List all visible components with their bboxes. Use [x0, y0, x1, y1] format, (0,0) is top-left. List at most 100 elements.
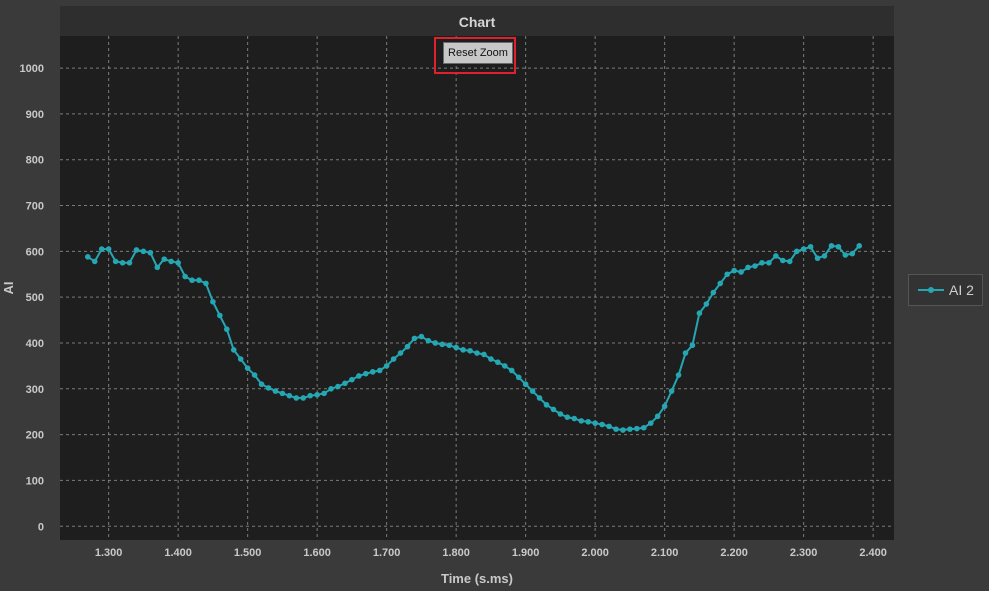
data-point[interactable]	[675, 372, 682, 378]
data-point[interactable]	[237, 356, 244, 362]
data-point[interactable]	[703, 301, 710, 307]
data-point[interactable]	[696, 310, 703, 317]
data-point[interactable]	[842, 252, 849, 258]
data-point[interactable]	[105, 246, 112, 252]
data-point[interactable]	[585, 418, 591, 425]
data-point[interactable]	[488, 356, 494, 362]
data-point[interactable]	[543, 402, 550, 408]
data-point[interactable]	[98, 246, 105, 252]
data-point[interactable]	[613, 426, 619, 432]
data-point[interactable]	[738, 269, 744, 275]
data-point[interactable]	[529, 388, 536, 394]
data-point[interactable]	[439, 341, 446, 348]
data-point[interactable]	[224, 326, 230, 333]
data-point[interactable]	[717, 280, 724, 287]
data-point[interactable]	[641, 424, 647, 431]
data-point[interactable]	[272, 388, 279, 394]
data-point[interactable]	[363, 370, 369, 377]
data-point[interactable]	[654, 413, 661, 420]
data-point[interactable]	[557, 411, 564, 417]
data-point[interactable]	[321, 390, 327, 397]
data-point[interactable]	[335, 383, 341, 390]
data-point[interactable]	[369, 369, 376, 375]
data-point[interactable]	[126, 260, 133, 266]
data-point[interactable]	[786, 258, 793, 265]
data-point[interactable]	[217, 312, 223, 319]
data-point[interactable]	[849, 250, 856, 257]
data-point[interactable]	[474, 350, 480, 356]
data-point[interactable]	[397, 350, 404, 356]
data-point[interactable]	[481, 351, 487, 358]
data-point[interactable]	[627, 426, 633, 432]
legend[interactable]: AI 2	[908, 274, 983, 306]
reset-zoom-button[interactable]: Reset Zoom	[443, 42, 513, 64]
data-point[interactable]	[251, 372, 258, 378]
data-point[interactable]	[502, 363, 508, 369]
data-point[interactable]	[265, 385, 272, 391]
data-point[interactable]	[342, 380, 348, 387]
data-point[interactable]	[773, 253, 779, 259]
data-point[interactable]	[606, 423, 612, 430]
data-point[interactable]	[745, 264, 751, 271]
data-point[interactable]	[119, 260, 126, 266]
data-point[interactable]	[383, 363, 390, 369]
data-point[interactable]	[571, 415, 578, 422]
data-point[interactable]	[244, 365, 251, 371]
data-point[interactable]	[668, 388, 675, 394]
data-point[interactable]	[140, 248, 147, 255]
data-point[interactable]	[182, 273, 188, 280]
data-point[interactable]	[592, 420, 598, 426]
data-point[interactable]	[314, 391, 320, 398]
data-point[interactable]	[161, 256, 168, 262]
data-point[interactable]	[286, 392, 293, 399]
data-point[interactable]	[189, 277, 195, 284]
data-point[interactable]	[168, 258, 174, 265]
data-point[interactable]	[807, 243, 814, 250]
data-point[interactable]	[279, 390, 286, 397]
data-point[interactable]	[634, 425, 640, 432]
data-point[interactable]	[710, 289, 717, 296]
data-point[interactable]	[467, 347, 473, 354]
data-point[interactable]	[682, 350, 689, 356]
data-point[interactable]	[759, 260, 765, 266]
data-point[interactable]	[522, 381, 529, 388]
data-point[interactable]	[508, 367, 515, 374]
data-point[interactable]	[356, 373, 362, 379]
data-point[interactable]	[856, 243, 863, 249]
data-point[interactable]	[307, 392, 314, 399]
data-point[interactable]	[328, 386, 334, 392]
data-point[interactable]	[196, 277, 202, 284]
data-point[interactable]	[724, 271, 730, 278]
data-point[interactable]	[112, 258, 119, 265]
data-point[interactable]	[780, 257, 786, 264]
data-point[interactable]	[133, 247, 140, 253]
data-point[interactable]	[460, 347, 466, 353]
data-point[interactable]	[550, 406, 557, 413]
data-point[interactable]	[599, 421, 605, 428]
data-point[interactable]	[230, 347, 237, 353]
data-point[interactable]	[835, 243, 842, 250]
data-point[interactable]	[766, 260, 772, 266]
data-point[interactable]	[828, 243, 835, 249]
data-point[interactable]	[91, 258, 98, 265]
data-point[interactable]	[515, 374, 522, 381]
data-point[interactable]	[453, 344, 459, 351]
data-point[interactable]	[432, 340, 439, 346]
data-point[interactable]	[731, 267, 737, 274]
data-point[interactable]	[390, 356, 397, 362]
data-point[interactable]	[293, 395, 300, 401]
data-point[interactable]	[689, 342, 696, 349]
data-point[interactable]	[175, 260, 181, 266]
data-point[interactable]	[578, 418, 585, 424]
data-point[interactable]	[85, 254, 91, 260]
data-point[interactable]	[661, 403, 668, 410]
data-point[interactable]	[793, 248, 800, 255]
data-point[interactable]	[800, 246, 807, 252]
data-point[interactable]	[564, 414, 571, 421]
data-point[interactable]	[425, 337, 432, 344]
data-point[interactable]	[203, 280, 209, 287]
data-point[interactable]	[647, 420, 654, 426]
data-point[interactable]	[411, 335, 418, 342]
data-point[interactable]	[814, 255, 821, 262]
data-point[interactable]	[349, 376, 355, 383]
